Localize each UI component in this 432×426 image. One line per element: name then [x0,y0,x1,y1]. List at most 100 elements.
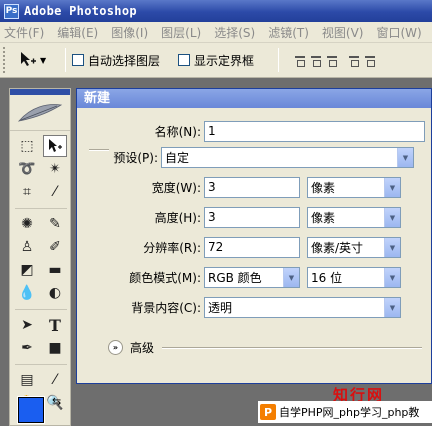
preset-select[interactable]: 自定 ▼ [161,147,414,168]
eyedropper-tool-icon[interactable]: ⁄ [43,369,67,391]
menu-image[interactable]: 图像(I) [111,24,148,41]
php-watermark: P 自学PHP网_php学习_php教 [258,401,432,423]
swap-colors-icon[interactable]: ⇆ [52,395,61,408]
notes-tool-icon[interactable]: ▤ [15,369,39,391]
preset-label: 预设(P): [113,151,158,165]
slice-tool-icon[interactable]: ⁄ [43,181,67,203]
background-contents-label: 背景内容(C): [131,301,201,315]
gradient-tool-icon[interactable]: ▬ [43,259,67,281]
title-bar: Ps Adobe Photoshop [0,0,432,22]
chevron-down-icon: ▼ [397,148,413,167]
align-vcenter-icon[interactable] [309,53,323,67]
healing-brush-tool-icon[interactable]: ✺ [15,213,39,235]
move-tool-icon[interactable] [43,135,67,157]
toolbox: ⬚ ➰ ✴ ⌗ ⁄ ✺ ✎ ♙ ✐ ◩ ▬ 💧 ◐ ➤ T ✒ ■ ▤ ⁄ ✋ … [9,88,71,426]
menu-edit[interactable]: 编辑(E) [57,24,98,41]
align-left-icon[interactable] [347,53,361,67]
bit-depth-select[interactable]: 16 位 ▼ [307,267,401,288]
chevron-down-icon: ▼ [283,268,299,287]
auto-select-layer-option[interactable]: 自动选择图层 [72,52,160,69]
menu-view[interactable]: 视图(V) [322,24,364,41]
show-bounding-box-option[interactable]: 显示定界框 [178,52,254,69]
resolution-unit-value: 像素/英寸 [311,241,364,255]
height-unit-value: 像素 [311,211,336,225]
auto-select-layer-label: 自动选择图层 [88,53,161,68]
php-watermark-text: 自学PHP网_php学习_php教 [279,406,420,419]
color-mode-value: RGB 颜色 [208,271,262,285]
path-selection-tool-icon[interactable]: ➤ [15,314,39,336]
menu-filter[interactable]: 滤镜(T) [268,24,309,41]
show-bounding-box-checkbox[interactable] [178,54,191,66]
tool-preset-picker[interactable]: ▼ [19,51,59,69]
marquee-tool-icon[interactable]: ⬚ [15,135,39,157]
width-row: 宽度(W): 3 像素 ▼ [77,177,401,198]
dodge-tool-icon[interactable]: ◐ [43,282,67,304]
clone-stamp-tool-icon[interactable]: ♙ [15,236,39,258]
resolution-label: 分辨率(R): [143,241,201,255]
background-contents-row: 背景内容(C): 透明 ▼ [77,297,401,318]
menu-layer[interactable]: 图层(L) [161,24,201,41]
bit-depth-value: 16 位 [311,271,343,285]
advanced-label: 高级 [130,341,155,355]
background-contents-select[interactable]: 透明 ▼ [204,297,401,318]
resolution-row: 分辨率(R): 72 像素/英寸 ▼ [77,237,401,258]
window-title: Adobe Photoshop [24,4,137,18]
resolution-unit-select[interactable]: 像素/英寸 ▼ [307,237,401,258]
crop-tool-icon[interactable]: ⌗ [15,181,39,203]
width-label: 宽度(W): [151,181,201,195]
height-label: 高度(H): [154,211,201,225]
name-input[interactable]: 1 [204,121,425,142]
preset-row: 预设(P): 自定 ▼ [77,147,414,168]
preset-value: 自定 [165,151,190,165]
new-document-dialog: 新建 名称(N): 1 预设(P): 自定 ▼ 宽度(W): 3 像素 ▼ 高度… [76,88,432,384]
lasso-tool-icon[interactable]: ➰ [15,158,39,180]
width-unit-select[interactable]: 像素 ▼ [307,177,401,198]
shape-tool-icon[interactable]: ■ [43,337,67,359]
options-bar-grip[interactable] [3,47,9,73]
magic-wand-tool-icon[interactable]: ✴ [43,158,67,180]
show-bounding-box-label: 显示定界框 [194,53,255,68]
height-input[interactable]: 3 [204,207,300,228]
type-tool-icon[interactable]: T [43,314,67,336]
chevron-down-icon: ▼ [384,178,400,197]
dialog-title[interactable]: 新建 [77,89,431,108]
height-row: 高度(H): 3 像素 ▼ [77,207,401,228]
tool-grid: ⬚ ➰ ✴ ⌗ ⁄ ✺ ✎ ♙ ✐ ◩ ▬ 💧 ◐ ➤ T ✒ ■ ▤ ⁄ ✋ … [10,131,70,414]
menu-select[interactable]: 选择(S) [214,24,255,41]
chevron-down-icon: ▼ [384,238,400,257]
width-input[interactable]: 3 [204,177,300,198]
photoshop-icon: Ps [4,3,19,19]
name-label: 名称(N): [154,125,201,139]
resolution-input[interactable]: 72 [204,237,300,258]
name-row: 名称(N): 1 [77,121,425,142]
menu-bar: 文件(F) 编辑(E) 图像(I) 图层(L) 选择(S) 滤镜(T) 视图(V… [0,22,432,43]
auto-select-layer-checkbox[interactable] [72,54,84,66]
history-brush-tool-icon[interactable]: ✐ [43,236,67,258]
chevron-down-icon: ▼ [40,55,47,65]
align-bottom-icon[interactable] [325,53,339,67]
expand-advanced-icon[interactable]: » [108,340,123,355]
blur-tool-icon[interactable]: 💧 [15,282,39,304]
options-bar: ▼ 自动选择图层 显示定界框 [0,43,432,78]
foreground-color-swatch[interactable] [17,396,45,424]
advanced-toggle-row[interactable]: » 高级 [108,339,154,356]
align-top-icon[interactable] [293,53,307,67]
align-hcenter-icon[interactable] [363,53,377,67]
background-contents-value: 透明 [208,301,233,315]
advanced-divider [162,347,422,349]
menu-window[interactable]: 窗口(W) [376,24,421,41]
height-unit-select[interactable]: 像素 ▼ [307,207,401,228]
move-tool-icon [21,52,36,66]
align-buttons [293,53,379,67]
color-mode-select[interactable]: RGB 颜色 ▼ [204,267,300,288]
pen-tool-icon[interactable]: ✒ [15,337,39,359]
divider [15,204,67,209]
chevron-down-icon: ▼ [384,208,400,227]
brush-tool-icon[interactable]: ✎ [43,213,67,235]
width-unit-value: 像素 [311,181,336,195]
chevron-down-icon: ▼ [384,298,400,317]
eraser-tool-icon[interactable]: ◩ [15,259,39,281]
menu-file[interactable]: 文件(F) [4,24,44,41]
chevron-down-icon: ▼ [384,268,400,287]
feather-icon [17,103,63,122]
